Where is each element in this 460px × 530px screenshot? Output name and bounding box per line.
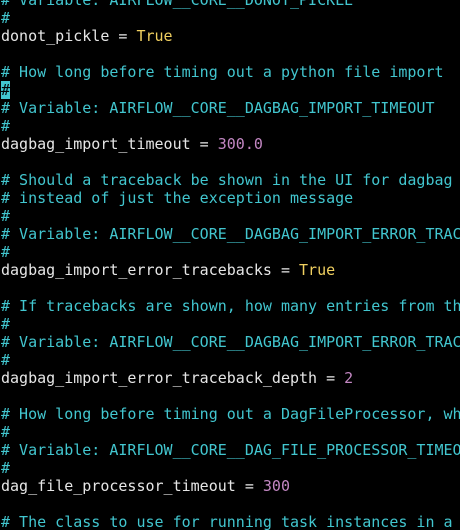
setting-value: True — [136, 27, 173, 45]
comment-line: # — [1, 9, 460, 27]
comment-line: # The class to use for running task inst… — [1, 513, 460, 530]
assignment-operator: = — [235, 477, 263, 495]
assignment-operator: = — [109, 27, 137, 45]
comment-text: # — [1, 315, 11, 333]
config-setting-line: donot_pickle = True — [1, 27, 460, 45]
config-lines: # Variable: AIRFLOW__CORE__DONOT_PICKLE #… — [1, 0, 460, 530]
comment-line: # — [1, 423, 460, 441]
comment-line: # Variable: AIRFLOW__CORE__DAG_FILE_PROC… — [1, 441, 460, 459]
config-setting-line: dagbag_import_error_traceback_depth = 2 — [1, 369, 460, 387]
comment-line: # Variable: AIRFLOW__CORE__DAGBAG_IMPORT… — [1, 99, 460, 117]
comment-text: # — [1, 423, 11, 441]
comment-text: # instead of just the exception message — [1, 189, 354, 207]
comment-line: # — [1, 117, 460, 135]
comment-text: # Variable: AIRFLOW__CORE__DONOT_PICKLE — [1, 0, 354, 9]
assignment-operator: = — [271, 261, 300, 279]
comment-text: # — [1, 9, 11, 27]
comment-line: # Variable: AIRFLOW__CORE__DAGBAG_IMPORT… — [1, 225, 460, 243]
assignment-operator: = — [190, 135, 218, 153]
setting-key: donot_pickle — [1, 27, 110, 45]
comment-text: # Variable: AIRFLOW__CORE__DAG_FILE_PROC… — [1, 441, 460, 459]
comment-text: # How long before timing out a python fi… — [1, 63, 444, 81]
comment-text: # If tracebacks are shown, how many entr… — [1, 297, 460, 315]
setting-key: dagbag_import_timeout — [1, 135, 191, 153]
comment-text: # — [1, 459, 11, 477]
comment-text: # — [1, 243, 11, 261]
comment-text: # Variable: AIRFLOW__CORE__DAGBAG_IMPORT… — [1, 99, 435, 117]
setting-value: 2 — [344, 369, 354, 387]
setting-value: 300 — [262, 477, 290, 495]
setting-value: 300.0 — [217, 135, 263, 153]
comment-line: # — [1, 207, 460, 225]
config-setting-line: dagbag_import_timeout = 300.0 — [1, 135, 460, 153]
comment-line: # Should a traceback be shown in the UI … — [1, 171, 460, 189]
comment-line: # instead of just the exception message — [1, 189, 460, 207]
terminal-editor[interactable]: # Variable: AIRFLOW__CORE__DONOT_PICKLE #… — [0, 0, 460, 530]
comment-text: # Should a traceback be shown in the UI … — [1, 171, 453, 189]
comment-text: # The class to use for running task inst… — [1, 513, 453, 530]
comment-text: # — [1, 117, 11, 135]
setting-key: dagbag_import_error_traceback_depth — [1, 369, 318, 387]
comment-line: # How long before timing out a DagFilePr… — [1, 405, 460, 423]
text-cursor[interactable]: # — [1, 81, 11, 99]
assignment-operator: = — [317, 369, 345, 387]
setting-key: dag_file_processor_timeout — [1, 477, 236, 495]
config-setting-line: dag_file_processor_timeout = 300 — [1, 477, 460, 495]
comment-line: # — [1, 351, 460, 369]
comment-text: # Variable: AIRFLOW__CORE__DAGBAG_IMPORT… — [1, 225, 460, 243]
comment-line: # — [1, 459, 460, 477]
comment-line: # How long before timing out a python fi… — [1, 63, 460, 81]
comment-text: # — [1, 351, 11, 369]
comment-text: # Variable: AIRFLOW__CORE__DAGBAG_IMPORT… — [1, 333, 460, 351]
comment-line: # If tracebacks are shown, how many entr… — [1, 297, 460, 315]
comment-text: # — [1, 207, 11, 225]
comment-line: # — [1, 315, 460, 333]
comment-text: # How long before timing out a DagFilePr… — [1, 405, 460, 423]
comment-line: # Variable: AIRFLOW__CORE__DONOT_PICKLE — [1, 0, 460, 9]
config-setting-line: dagbag_import_error_tracebacks = True — [1, 261, 460, 279]
setting-key: dagbag_import_error_tracebacks — [1, 261, 272, 279]
comment-line: # — [1, 243, 460, 261]
setting-value: True — [299, 261, 336, 279]
comment-line: # Variable: AIRFLOW__CORE__DAGBAG_IMPORT… — [1, 333, 460, 351]
comment-line-with-cursor: # — [1, 81, 460, 99]
